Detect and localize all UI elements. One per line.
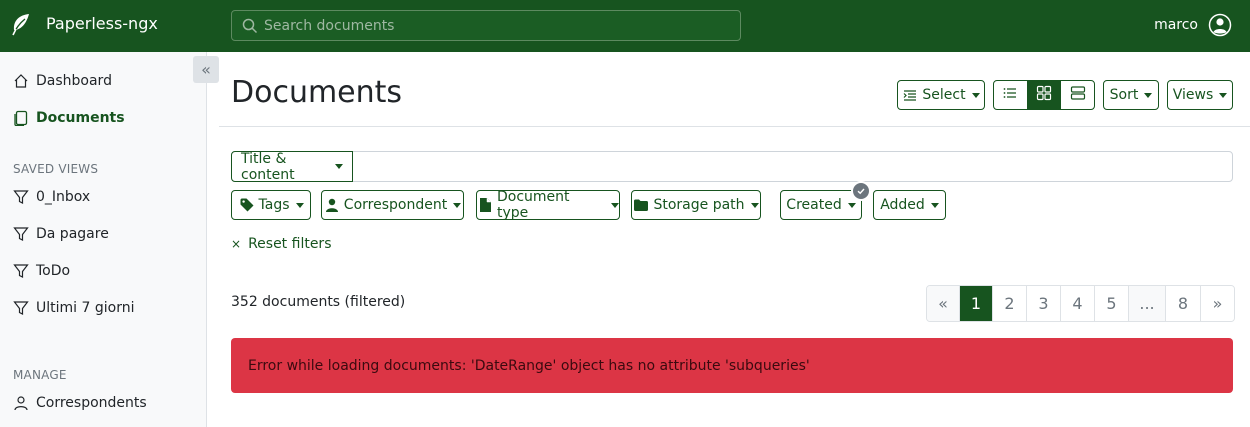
sidebar-item-label: 0_Inbox xyxy=(36,189,91,205)
folder-icon xyxy=(633,197,649,213)
header-divider xyxy=(219,126,1250,127)
funnel-icon xyxy=(13,263,29,279)
double-chevron-left-icon: « xyxy=(201,60,211,79)
caret-down-icon xyxy=(335,164,343,169)
sidebar-item-label: ToDo xyxy=(36,263,71,279)
caret-down-icon xyxy=(847,202,856,208)
leaf-logo-icon xyxy=(11,12,31,36)
sort-dropdown-button[interactable]: Sort xyxy=(1103,80,1159,110)
pagination-page[interactable]: 5 xyxy=(1095,286,1129,321)
pagination-page[interactable]: 2 xyxy=(993,286,1027,321)
sidebar-item-label: Dashboard xyxy=(36,73,112,89)
created-date-filter-button[interactable]: Created xyxy=(780,190,862,220)
added-date-filter-button[interactable]: Added xyxy=(873,190,946,220)
caret-down-icon xyxy=(295,202,304,208)
manage-heading: MANAGE xyxy=(13,368,67,382)
error-alert: Error while loading documents: 'DateRang… xyxy=(231,338,1233,393)
file-icon xyxy=(477,197,493,213)
created-filter-label: Created xyxy=(786,197,842,213)
active-filter-check-icon xyxy=(851,181,871,201)
view-mode-large-cards-button[interactable] xyxy=(1061,81,1094,109)
person-fill-icon xyxy=(324,197,340,213)
text-filter-input[interactable] xyxy=(356,156,1216,177)
select-label: Select xyxy=(922,87,966,103)
select-lines-icon xyxy=(902,87,918,103)
top-navbar: Paperless-ngx marco xyxy=(0,0,1250,52)
document-type-filter-button[interactable]: Document type xyxy=(476,189,620,221)
app-name: Paperless-ngx xyxy=(46,14,158,33)
page-title: Documents xyxy=(231,75,403,110)
tags-filter-button[interactable]: Tags xyxy=(231,190,311,220)
sidebar-item-saved-view[interactable]: Ultimi 7 giorni xyxy=(13,300,134,316)
tags-filter-label: Tags xyxy=(258,197,290,213)
search-input[interactable] xyxy=(264,17,734,34)
select-dropdown-button[interactable]: Select xyxy=(897,80,985,110)
large-cards-icon xyxy=(1070,85,1086,105)
views-label: Views xyxy=(1172,87,1214,103)
user-name: marco xyxy=(1154,17,1198,33)
list-icon xyxy=(1002,85,1018,105)
funnel-icon xyxy=(13,189,29,205)
caret-down-icon xyxy=(750,202,759,208)
pagination-last[interactable]: » xyxy=(1201,286,1234,321)
caret-down-icon xyxy=(1144,92,1153,98)
correspondent-filter-label: Correspondent xyxy=(343,197,448,213)
caret-down-icon xyxy=(971,92,980,98)
search-icon xyxy=(242,18,258,34)
documents-icon xyxy=(13,110,29,126)
collapse-sidebar-button[interactable]: « xyxy=(193,56,219,83)
saved-views-heading: SAVED VIEWS xyxy=(13,162,99,176)
person-icon xyxy=(13,395,29,411)
sidebar-item-saved-view[interactable]: ToDo xyxy=(13,263,70,279)
sidebar-item-saved-view[interactable]: 0_Inbox xyxy=(13,189,90,205)
pagination: « 1 2 3 4 5 ... 8 » xyxy=(926,285,1235,322)
sidebar-item-saved-view[interactable]: Da pagare xyxy=(13,226,109,242)
view-mode-list-button[interactable] xyxy=(994,81,1028,109)
sidebar-item-label: Documents xyxy=(36,110,125,126)
document-count: 352 documents (filtered) xyxy=(231,294,406,310)
caret-down-icon xyxy=(930,202,939,208)
document-type-filter-label: Document type xyxy=(497,189,570,221)
sort-label: Sort xyxy=(1109,87,1139,103)
text-filter-type-label: Title & content xyxy=(241,150,295,183)
pagination-page[interactable]: 4 xyxy=(1061,286,1095,321)
correspondent-filter-button[interactable]: Correspondent xyxy=(321,190,464,220)
caret-down-icon xyxy=(453,202,462,208)
pagination-first[interactable]: « xyxy=(927,286,960,321)
house-icon xyxy=(13,73,29,89)
view-mode-toggle xyxy=(993,80,1095,110)
sidebar-item-label: Da pagare xyxy=(36,226,109,242)
grid-icon xyxy=(1036,85,1052,105)
pagination-ellipsis: ... xyxy=(1129,286,1166,321)
pagination-page[interactable]: 3 xyxy=(1027,286,1061,321)
pagination-page[interactable]: 8 xyxy=(1166,286,1201,321)
added-filter-label: Added xyxy=(880,197,925,213)
funnel-icon xyxy=(13,226,29,242)
sidebar-item-correspondents[interactable]: Correspondents xyxy=(13,395,147,411)
search-box[interactable] xyxy=(231,10,741,41)
tag-icon xyxy=(239,197,255,213)
brand-link[interactable]: Paperless-ngx xyxy=(11,12,158,36)
caret-down-icon xyxy=(1219,92,1228,98)
text-filter-group: Title & content xyxy=(231,150,1233,183)
user-avatar-icon[interactable] xyxy=(1208,13,1232,37)
storage-path-filter-label: Storage path xyxy=(653,197,745,213)
views-dropdown-button[interactable]: Views xyxy=(1167,80,1233,110)
error-message: Error while loading documents: 'DateRang… xyxy=(248,357,810,374)
reset-filters-button[interactable]: × Reset filters xyxy=(231,236,331,252)
view-mode-grid-button[interactable] xyxy=(1027,81,1062,109)
storage-path-filter-button[interactable]: Storage path xyxy=(631,190,761,220)
pagination-page[interactable]: 1 xyxy=(960,286,993,321)
text-filter-type-dropdown[interactable]: Title & content xyxy=(231,150,353,183)
sidebar-item-label: Correspondents xyxy=(36,395,147,411)
close-icon: × xyxy=(231,237,242,251)
sidebar-item-documents[interactable]: Documents xyxy=(13,110,125,126)
sidebar-item-label: Ultimi 7 giorni xyxy=(36,300,135,316)
sidebar-item-dashboard[interactable]: Dashboard xyxy=(13,73,112,89)
reset-filters-label: Reset filters xyxy=(248,236,332,252)
funnel-icon xyxy=(13,300,29,316)
user-menu[interactable]: marco xyxy=(1154,13,1232,37)
caret-down-icon xyxy=(611,202,619,208)
